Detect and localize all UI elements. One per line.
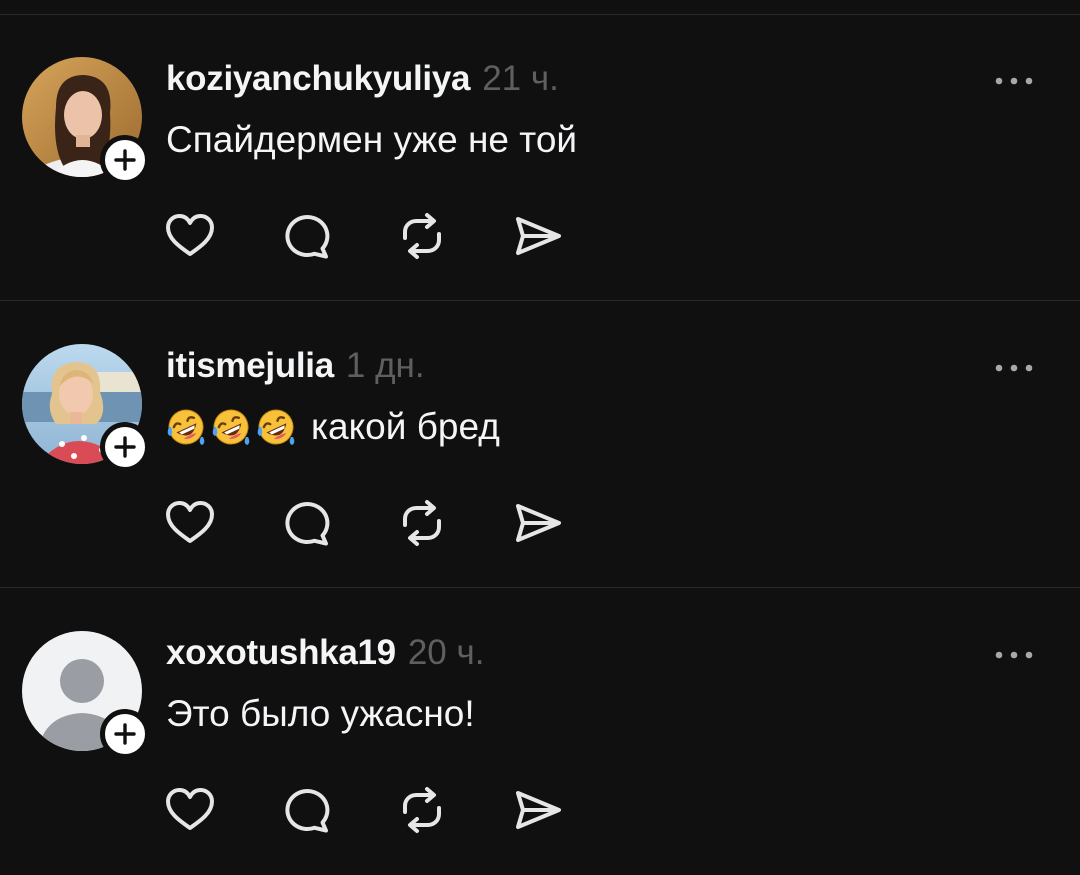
thread-post: xoxotushka19 20 ч. Это было ужасно! <box>0 589 1080 875</box>
post-text-container: Спайдермен уже не той <box>166 119 577 161</box>
plus-icon <box>114 149 136 171</box>
repost-icon[interactable] <box>396 785 448 835</box>
timestamp: 1 дн. <box>345 346 425 385</box>
plus-icon <box>114 436 136 458</box>
comment-icon[interactable] <box>281 211 333 261</box>
repost-icon[interactable] <box>396 211 448 261</box>
follow-button[interactable] <box>100 709 150 759</box>
repost-icon[interactable] <box>396 498 448 548</box>
avatar-container[interactable] <box>22 344 150 472</box>
post-text: Это было ужасно! <box>166 693 475 734</box>
comment-icon[interactable] <box>281 785 333 835</box>
share-icon[interactable] <box>512 498 564 548</box>
more-options-icon[interactable] <box>994 647 1034 663</box>
more-options-icon[interactable] <box>994 73 1034 89</box>
username[interactable]: koziyanchukyuliya <box>166 59 471 99</box>
comment-icon[interactable] <box>281 498 333 548</box>
timestamp: 20 ч. <box>407 633 485 672</box>
post-text-container: Это было ужасно! <box>166 693 475 735</box>
rolling-on-floor-laughing-icon <box>211 407 251 447</box>
share-icon[interactable] <box>512 785 564 835</box>
post-header: itismejulia 1 дн. <box>166 346 425 392</box>
more-options-icon[interactable] <box>994 360 1034 376</box>
follow-button[interactable] <box>100 422 150 472</box>
heart-icon[interactable] <box>164 211 216 261</box>
timestamp: 21 ч. <box>482 59 559 98</box>
rolling-on-floor-laughing-icon <box>256 407 296 447</box>
thread-post: itismejulia 1 дн. какой бред <box>0 302 1080 588</box>
share-icon[interactable] <box>512 211 564 261</box>
follow-button[interactable] <box>100 135 150 185</box>
username[interactable]: itismejulia <box>166 346 334 386</box>
emoji-group <box>166 407 301 447</box>
heart-icon[interactable] <box>164 785 216 835</box>
avatar-container[interactable] <box>22 631 150 759</box>
plus-icon <box>114 723 136 745</box>
post-text-container: какой бред <box>166 406 500 448</box>
post-text: какой бред <box>311 406 500 447</box>
thread-post: koziyanchukyuliya 21 ч. Спайдермен уже н… <box>0 15 1080 301</box>
heart-icon[interactable] <box>164 498 216 548</box>
username[interactable]: xoxotushka19 <box>166 633 396 673</box>
rolling-on-floor-laughing-icon <box>166 407 206 447</box>
post-text: Спайдермен уже не той <box>166 119 578 160</box>
post-header: koziyanchukyuliya 21 ч. <box>166 59 559 105</box>
post-header: xoxotushka19 20 ч. <box>166 633 484 679</box>
avatar-container[interactable] <box>22 57 150 185</box>
